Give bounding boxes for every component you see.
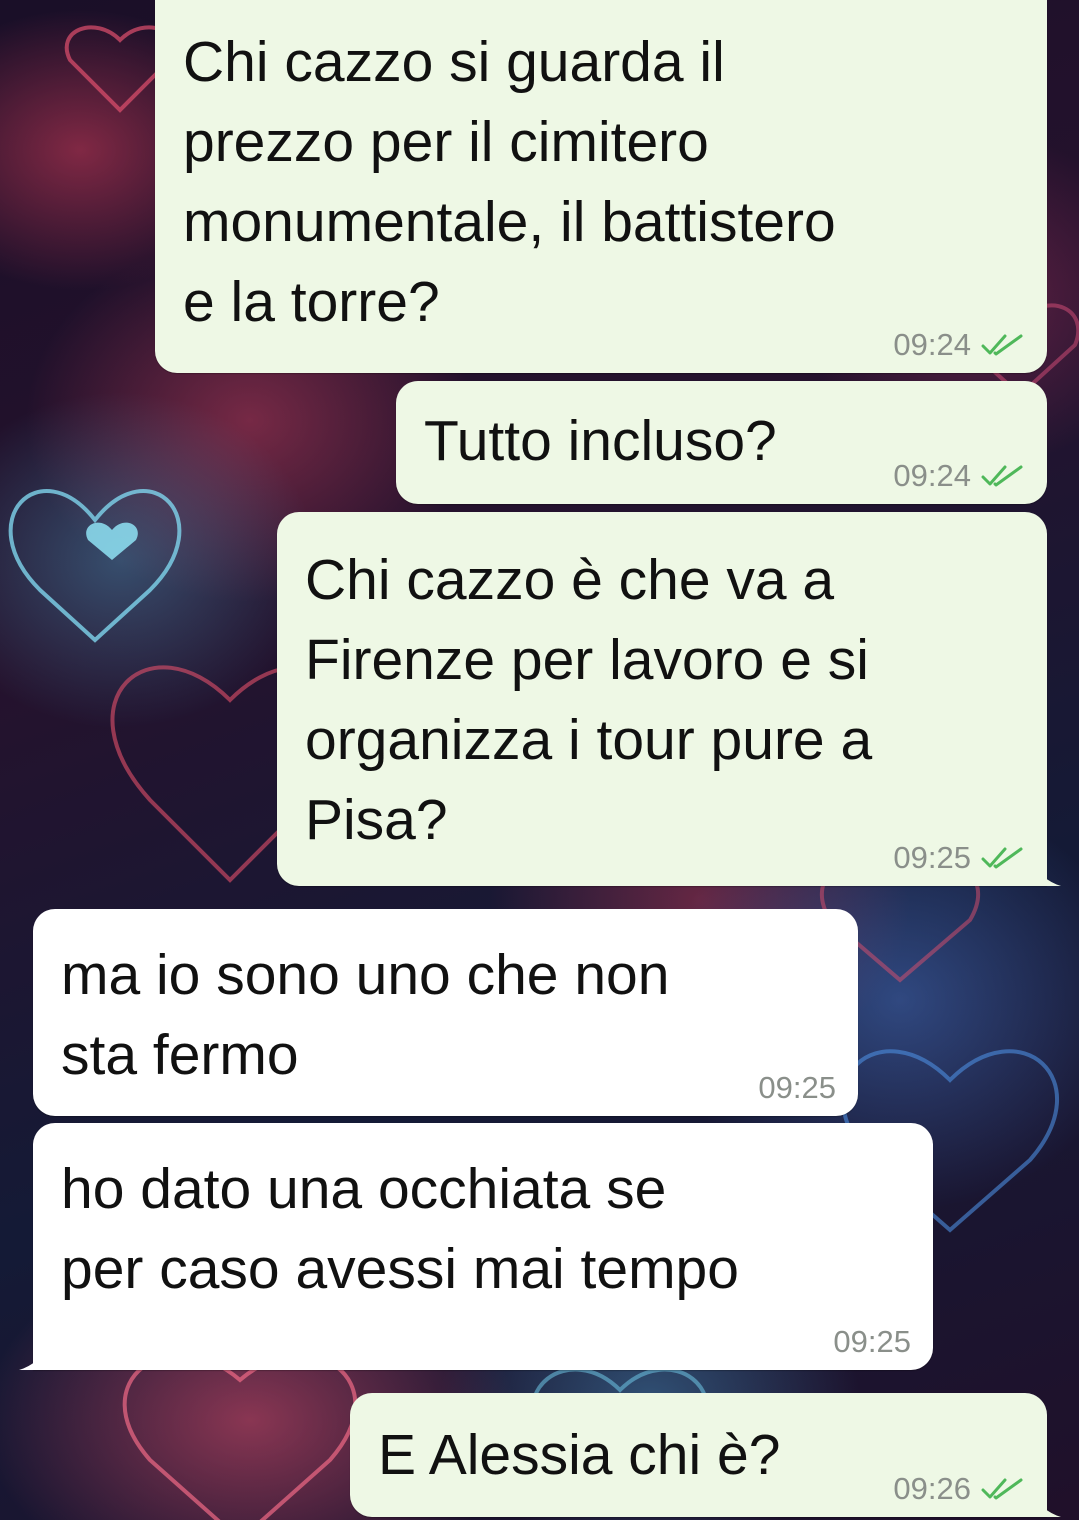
message-text: ho dato una occhiata se per caso avessi … xyxy=(61,1157,739,1301)
message-text: Chi cazzo si guarda il prezzo per il cim… xyxy=(183,30,836,334)
message-bubble[interactable]: ma io sono uno che non sta fermo 09:25 xyxy=(33,909,858,1116)
message-text: Chi cazzo è che va a Firenze per lavoro … xyxy=(305,548,873,852)
message-bubble[interactable]: Tutto incluso? 09:24 xyxy=(396,381,1047,504)
message-meta: 09:25 xyxy=(893,840,1025,876)
message-bubble[interactable]: Chi cazzo è che va a Firenze per lavoro … xyxy=(277,512,1061,886)
message-text: ma io sono uno che non sta fermo xyxy=(61,943,670,1087)
message-bubble[interactable]: ho dato una occhiata se per caso avessi … xyxy=(19,1123,933,1370)
message-meta: 09:26 xyxy=(893,1471,1025,1507)
message-time: 09:25 xyxy=(758,1070,836,1105)
message-bubble[interactable]: E Alessia chi è? 09:26 xyxy=(350,1393,1061,1517)
double-check-icon xyxy=(981,463,1025,489)
double-check-icon xyxy=(981,845,1025,871)
message-meta: 09:24 xyxy=(893,327,1025,363)
bubble-tail xyxy=(19,1344,49,1370)
message-meta: 09:25 xyxy=(833,1324,911,1360)
double-check-icon xyxy=(981,332,1025,358)
message-bubble[interactable]: Chi cazzo si guarda il prezzo per il cim… xyxy=(155,0,1047,373)
message-time: 09:25 xyxy=(833,1324,911,1359)
message-time: 09:26 xyxy=(893,1471,971,1506)
message-time: 09:25 xyxy=(893,840,971,875)
double-check-icon xyxy=(981,1476,1025,1502)
message-time: 09:24 xyxy=(893,327,971,362)
bubble-tail xyxy=(1031,1491,1061,1517)
message-meta: 09:24 xyxy=(893,458,1025,494)
bubble-tail xyxy=(1031,860,1061,886)
message-meta: 09:25 xyxy=(758,1070,836,1106)
message-time: 09:24 xyxy=(893,458,971,493)
